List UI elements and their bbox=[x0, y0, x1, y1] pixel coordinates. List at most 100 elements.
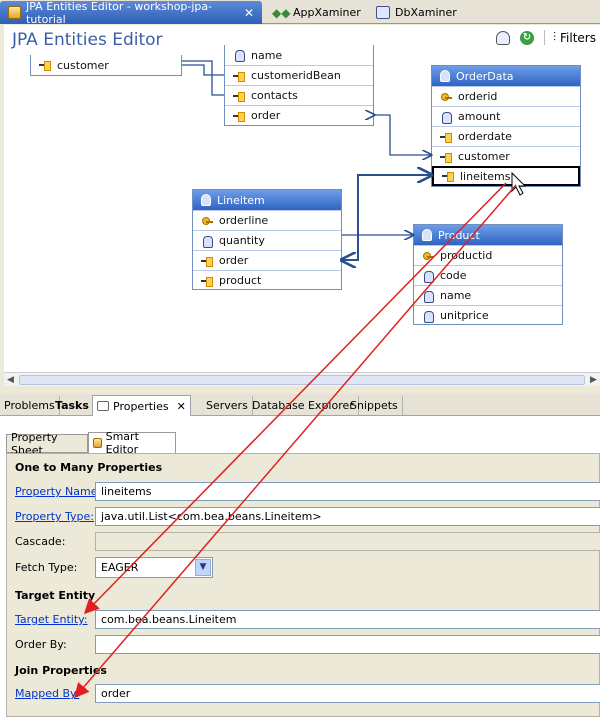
entity-header[interactable]: Lineitem bbox=[193, 190, 341, 210]
field-productid[interactable]: productid bbox=[414, 245, 562, 265]
entity-header[interactable]: OrderData bbox=[432, 66, 580, 86]
order-by-field[interactable] bbox=[95, 635, 600, 654]
field-customer[interactable]: customer bbox=[432, 146, 580, 166]
tab-dbxaminer[interactable]: DbXaminer bbox=[368, 1, 468, 24]
tab-database-explorer[interactable]: Database Explorer bbox=[248, 396, 359, 415]
column-icon bbox=[201, 235, 213, 248]
entity-name: Lineitem bbox=[217, 193, 265, 207]
field-customer[interactable]: customer bbox=[31, 55, 181, 75]
field-label: quantity bbox=[219, 234, 265, 247]
close-icon[interactable]: ✕ bbox=[244, 6, 254, 20]
field-orderline[interactable]: orderline bbox=[193, 210, 341, 230]
view-tab-bar: Problems Tasks Properties ✕ Servers Data… bbox=[0, 394, 600, 416]
property-name-link[interactable]: Property Name: bbox=[15, 485, 101, 498]
relationship-icon bbox=[233, 111, 245, 122]
field-name[interactable]: name bbox=[225, 45, 373, 65]
key-icon bbox=[422, 251, 434, 261]
appxaminer-icon: ◆◆ bbox=[272, 5, 291, 20]
field-orderid[interactable]: orderid bbox=[432, 86, 580, 106]
scrollbar-thumb[interactable] bbox=[19, 375, 585, 385]
chevron-down-icon[interactable]: ▼ bbox=[195, 559, 211, 576]
field-label: orderdate bbox=[458, 130, 512, 143]
mapped-by-field[interactable]: order bbox=[95, 684, 600, 703]
tab-smart-editor[interactable]: Smart Editor bbox=[88, 430, 176, 456]
entity-orderdata[interactable]: OrderData orderid amount orderdate custo… bbox=[431, 65, 581, 187]
smart-editor-icon bbox=[93, 438, 102, 448]
field-label: orderline bbox=[219, 214, 269, 227]
field-code[interactable]: code bbox=[414, 265, 562, 285]
relationship-icon bbox=[201, 276, 213, 287]
scroll-right-arrow-icon[interactable]: ▶ bbox=[587, 373, 600, 387]
relationship-icon bbox=[442, 171, 454, 182]
close-icon[interactable]: ✕ bbox=[177, 400, 186, 413]
tab-snippets[interactable]: Snippets bbox=[346, 396, 403, 415]
field-customeridbean[interactable]: customeridBean bbox=[225, 65, 373, 85]
entity-icon bbox=[201, 194, 211, 206]
tab-appxaminer[interactable]: ◆◆ AppXaminer bbox=[264, 1, 364, 24]
properties-icon bbox=[97, 401, 109, 411]
field-orderdate[interactable]: orderdate bbox=[432, 126, 580, 146]
relationship-icon bbox=[39, 60, 51, 71]
entity-icon bbox=[422, 229, 432, 241]
refresh-icon[interactable]: ↻ bbox=[520, 30, 534, 45]
tab-label: Properties bbox=[113, 399, 169, 413]
property-type-field[interactable]: java.util.List<com.bea.beans.Lineitem> bbox=[95, 507, 600, 526]
entity-diagram[interactable]: JPA Entities Editor ↻ ⫶ Filters customer… bbox=[4, 25, 600, 372]
field-label: orderid bbox=[458, 90, 498, 103]
tab-property-sheet[interactable]: Property Sheet bbox=[6, 431, 88, 457]
database-icon[interactable] bbox=[496, 30, 510, 45]
entity-lineitem[interactable]: Lineitem orderline quantity order produc… bbox=[192, 189, 342, 290]
field-label: amount bbox=[458, 110, 501, 123]
mapped-by-link[interactable]: Mapped By: bbox=[15, 687, 79, 700]
property-type-link[interactable]: Property Type: bbox=[15, 510, 94, 523]
tab-label: AppXaminer bbox=[293, 6, 361, 19]
relationship-icon bbox=[233, 71, 245, 82]
field-quantity[interactable]: quantity bbox=[193, 230, 341, 250]
tab-properties[interactable]: Properties ✕ bbox=[92, 395, 191, 416]
entity-product[interactable]: Product productid code name unitprice bbox=[413, 224, 563, 325]
field-order[interactable]: order bbox=[193, 250, 341, 270]
diagram-horizontal-scrollbar[interactable]: ◀ ▶ bbox=[4, 372, 600, 386]
filters-button[interactable]: ⫶ Filters bbox=[544, 30, 596, 45]
relationship-icon bbox=[440, 132, 452, 143]
filters-label: Filters bbox=[560, 30, 596, 45]
field-label: product bbox=[219, 274, 262, 287]
field-label: customer bbox=[458, 150, 510, 163]
entity-customer-fragment[interactable]: customer bbox=[30, 55, 182, 76]
tab-jpa-entities-editor[interactable]: JPA Entities Editor - workshop-jpa-tutor… bbox=[0, 0, 262, 26]
relationship-icon bbox=[201, 256, 213, 267]
tab-servers[interactable]: Servers bbox=[202, 396, 253, 415]
field-order[interactable]: order bbox=[225, 105, 373, 125]
column-icon bbox=[440, 111, 452, 124]
section-one-to-many: One to Many Properties bbox=[15, 461, 163, 474]
entity-header[interactable]: Product bbox=[414, 225, 562, 245]
field-name[interactable]: name bbox=[414, 285, 562, 305]
field-label: lineitems bbox=[460, 169, 511, 183]
entity-icon bbox=[440, 70, 450, 82]
field-unitprice[interactable]: unitprice bbox=[414, 305, 562, 325]
property-name-field[interactable]: lineitems bbox=[95, 482, 600, 501]
entity-customer[interactable]: name customeridBean contacts order bbox=[224, 45, 374, 126]
field-lineitems[interactable]: lineitems bbox=[432, 166, 580, 186]
section-target-entity: Target Entity bbox=[15, 589, 96, 602]
field-label: unitprice bbox=[440, 309, 489, 322]
scroll-left-arrow-icon[interactable]: ◀ bbox=[4, 373, 17, 387]
tab-label: Tasks bbox=[55, 399, 89, 412]
fetch-type-value: EAGER bbox=[101, 561, 139, 574]
smart-editor-form: One to Many Properties Property Name: li… bbox=[6, 453, 600, 717]
entity-name: OrderData bbox=[456, 69, 514, 83]
cascade-field[interactable] bbox=[95, 532, 600, 551]
field-product[interactable]: product bbox=[193, 270, 341, 290]
target-entity-field[interactable]: com.bea.beans.Lineitem bbox=[95, 610, 600, 629]
tab-label: Database Explorer bbox=[252, 399, 354, 412]
field-label: order bbox=[219, 254, 249, 267]
target-entity-link[interactable]: Target Entity: bbox=[15, 613, 88, 626]
tab-tasks[interactable]: Tasks bbox=[51, 396, 94, 415]
field-label: name bbox=[440, 289, 472, 302]
dbxaminer-icon bbox=[376, 6, 390, 19]
field-label: contacts bbox=[251, 89, 298, 102]
relationship-icon bbox=[233, 91, 245, 102]
field-contacts[interactable]: contacts bbox=[225, 85, 373, 105]
fetch-type-select[interactable]: EAGER ▼ bbox=[95, 557, 213, 578]
field-amount[interactable]: amount bbox=[432, 106, 580, 126]
